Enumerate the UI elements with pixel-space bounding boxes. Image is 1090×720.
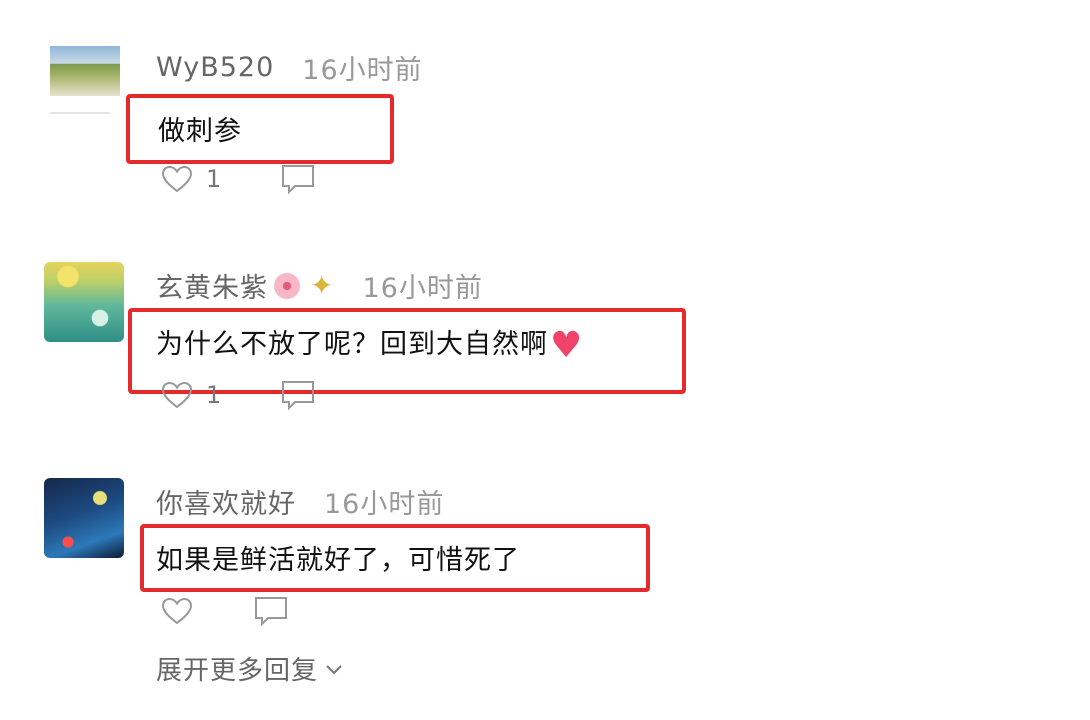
expand-more-replies-label: 展开更多回复 — [156, 656, 319, 686]
username[interactable]: 玄黄朱紫 — [156, 266, 268, 305]
timestamp: 16小时前 — [362, 273, 483, 304]
heart-emoji: ♥ — [550, 324, 584, 366]
comment-text: 如果是鲜活就好了，可惜死了 — [156, 545, 520, 576]
username[interactable]: WyB520 — [156, 52, 274, 83]
comment-header: 玄黄朱紫 ✦ 16小时前 — [156, 266, 483, 305]
like-count: 1 — [206, 165, 222, 193]
flower-emoji — [274, 272, 300, 299]
comment-bubble-icon[interactable] — [281, 164, 315, 194]
timestamp: 16小时前 — [324, 489, 445, 520]
comment-actions: 1 — [160, 380, 315, 410]
comment-actions — [160, 596, 288, 626]
sparkles-emoji: ✦ — [310, 269, 335, 302]
comment-text-row: 为什么不放了呢？回到大自然啊♥ — [156, 322, 583, 364]
chevron-down-icon — [326, 664, 342, 674]
avatar[interactable] — [50, 46, 120, 96]
heart-outline-icon[interactable] — [160, 596, 194, 626]
comment-text: 做刺参 — [158, 116, 242, 147]
username[interactable]: 你喜欢就好 — [156, 482, 296, 521]
comment-header: 你喜欢就好 16小时前 — [156, 482, 444, 521]
comment-actions: 1 — [160, 164, 315, 194]
heart-outline-icon[interactable] — [160, 164, 194, 194]
timestamp: 16小时前 — [302, 55, 423, 86]
comment-bubble-icon[interactable] — [254, 596, 288, 626]
heart-outline-icon[interactable] — [160, 380, 194, 410]
like-count: 1 — [206, 381, 222, 409]
avatar-caption-line — [50, 112, 110, 114]
avatar[interactable] — [44, 478, 124, 558]
comment-text: 为什么不放了呢？回到大自然啊 — [156, 329, 548, 360]
avatar[interactable] — [44, 262, 124, 342]
comment-header: WyB520 16小时前 — [156, 48, 423, 87]
comment-bubble-icon[interactable] — [281, 380, 315, 410]
expand-more-replies[interactable]: 展开更多回复 — [156, 650, 344, 687]
